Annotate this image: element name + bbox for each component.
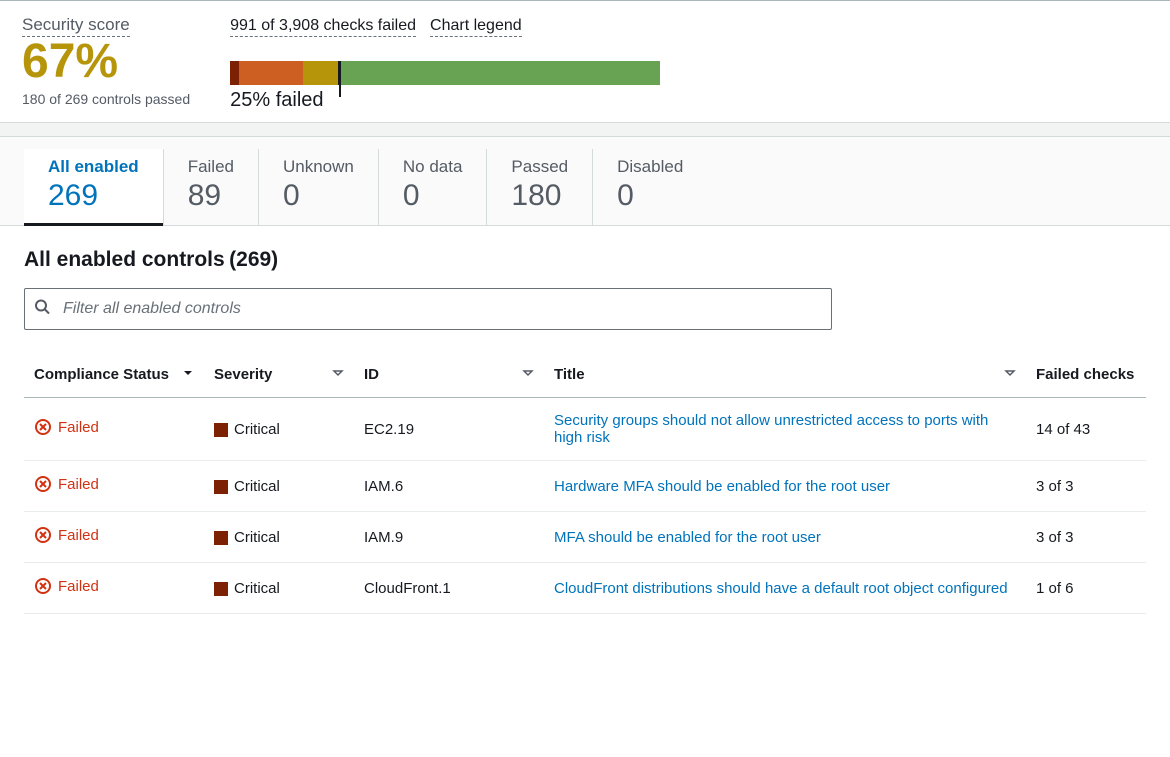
failed-icon [34, 526, 52, 544]
table-row: Failed CriticalCloudFront.1 CloudFront dis… [24, 563, 1146, 614]
table-row: Failed CriticalIAM.9 MFA should be enabled… [24, 512, 1146, 563]
cell-title: Security groups should not allow unrestr… [544, 398, 1026, 461]
tab-count: 180 [511, 179, 568, 213]
severity-critical-icon [214, 480, 228, 494]
section-heading: All enabled controls (269) [24, 248, 1146, 272]
tab-no-data[interactable]: No data0 [379, 149, 488, 225]
cell-failed-checks: 3 of 3 [1026, 461, 1146, 512]
col-failed-checks-label: Failed checks [1036, 366, 1134, 383]
checks-chart-block: 991 of 3,908 checks failed Chart legend … [230, 15, 660, 112]
tab-unknown[interactable]: Unknown0 [259, 149, 379, 225]
failed-icon [34, 418, 52, 436]
cell-severity: Critical [204, 461, 354, 512]
controls-passed-text: 180 of 269 controls passed [22, 91, 190, 107]
col-severity-label: Severity [214, 366, 272, 383]
control-title-link[interactable]: Security groups should not allow unrestr… [554, 412, 988, 446]
tab-passed[interactable]: Passed180 [487, 149, 593, 225]
cell-compliance-status: Failed [24, 563, 204, 614]
severity-critical-icon [214, 582, 228, 596]
tab-all-enabled[interactable]: All enabled269 [24, 149, 164, 225]
cell-title: CloudFront distributions should have a d… [544, 563, 1026, 614]
tab-label: No data [403, 157, 463, 177]
cell-failed-checks: 1 of 6 [1026, 563, 1146, 614]
tab-count: 0 [283, 179, 354, 213]
divider [0, 123, 1170, 137]
table-row: Failed CriticalIAM.6 Hardware MFA should b… [24, 461, 1146, 512]
chart-segment-passedlow [338, 61, 661, 85]
failed-status: Failed [34, 418, 99, 436]
filter-input[interactable] [24, 288, 832, 330]
filter-wrap [24, 288, 832, 330]
col-title-label: Title [554, 366, 585, 383]
cell-severity: Critical [204, 512, 354, 563]
control-title-link[interactable]: CloudFront distributions should have a d… [554, 580, 1008, 597]
failed-icon [34, 577, 52, 595]
cell-severity: Critical [204, 563, 354, 614]
col-failed-checks: Failed checks [1026, 352, 1146, 398]
section-title: All enabled controls [24, 248, 225, 271]
failed-status: Failed [34, 475, 99, 493]
checks-chart: 25% failed [230, 61, 660, 112]
filter-icon [522, 366, 534, 383]
severity-critical-icon [214, 423, 228, 437]
tab-label: Disabled [617, 157, 683, 177]
cell-severity: Critical [204, 398, 354, 461]
col-id-label: ID [364, 366, 379, 383]
control-title-link[interactable]: MFA should be enabled for the root user [554, 529, 821, 546]
table-row: Failed CriticalEC2.19 Security groups shou… [24, 398, 1146, 461]
chart-segment-medium [303, 61, 337, 85]
security-score-value: 67% [22, 37, 190, 87]
tab-count: 0 [617, 179, 683, 213]
chart-segment-high [239, 61, 304, 85]
cell-id: IAM.9 [354, 512, 544, 563]
tab-failed[interactable]: Failed89 [164, 149, 259, 225]
col-id[interactable]: ID [354, 352, 544, 398]
failed-caption: 25% failed [230, 89, 660, 112]
security-score-block: Security score 67% 180 of 269 controls p… [22, 15, 190, 107]
summary-panel: Security score 67% 180 of 269 controls p… [0, 0, 1170, 123]
col-compliance-status-label: Compliance Status [34, 366, 169, 383]
failed-icon [34, 475, 52, 493]
cell-id: EC2.19 [354, 398, 544, 461]
cell-id: IAM.6 [354, 461, 544, 512]
filter-icon [1004, 366, 1016, 383]
cell-title: MFA should be enabled for the root user [544, 512, 1026, 563]
chart-segment-critical [230, 61, 239, 85]
content-area: All enabled controls (269) Compliance St… [0, 226, 1170, 614]
tabs-bar: All enabled269Failed89Unknown0No data0Pa… [0, 137, 1170, 226]
chart-legend-link[interactable]: Chart legend [430, 17, 522, 37]
tab-disabled[interactable]: Disabled0 [593, 149, 707, 225]
sort-desc-icon [182, 366, 194, 383]
cell-compliance-status: Failed [24, 398, 204, 461]
col-severity[interactable]: Severity [204, 352, 354, 398]
tab-label: Failed [188, 157, 234, 177]
control-title-link[interactable]: Hardware MFA should be enabled for the r… [554, 478, 890, 495]
severity-critical-icon [214, 531, 228, 545]
cell-compliance-status: Failed [24, 461, 204, 512]
tab-count: 0 [403, 179, 463, 213]
cell-compliance-status: Failed [24, 512, 204, 563]
col-title[interactable]: Title [544, 352, 1026, 398]
section-title-count: (269) [229, 248, 278, 271]
security-score-label[interactable]: Security score [22, 15, 130, 37]
col-compliance-status[interactable]: Compliance Status [24, 352, 204, 398]
checks-failed-text[interactable]: 991 of 3,908 checks failed [230, 17, 416, 37]
filter-icon [332, 366, 344, 383]
cell-title: Hardware MFA should be enabled for the r… [544, 461, 1026, 512]
cell-id: CloudFront.1 [354, 563, 544, 614]
tab-label: All enabled [48, 157, 139, 177]
failed-status: Failed [34, 577, 99, 595]
controls-table: Compliance Status Severity [24, 352, 1146, 614]
search-icon [34, 299, 50, 320]
tab-label: Passed [511, 157, 568, 177]
cell-failed-checks: 3 of 3 [1026, 512, 1146, 563]
tab-count: 269 [48, 179, 139, 213]
cell-failed-checks: 14 of 43 [1026, 398, 1146, 461]
tab-label: Unknown [283, 157, 354, 177]
failed-status: Failed [34, 526, 99, 544]
tab-count: 89 [188, 179, 234, 213]
